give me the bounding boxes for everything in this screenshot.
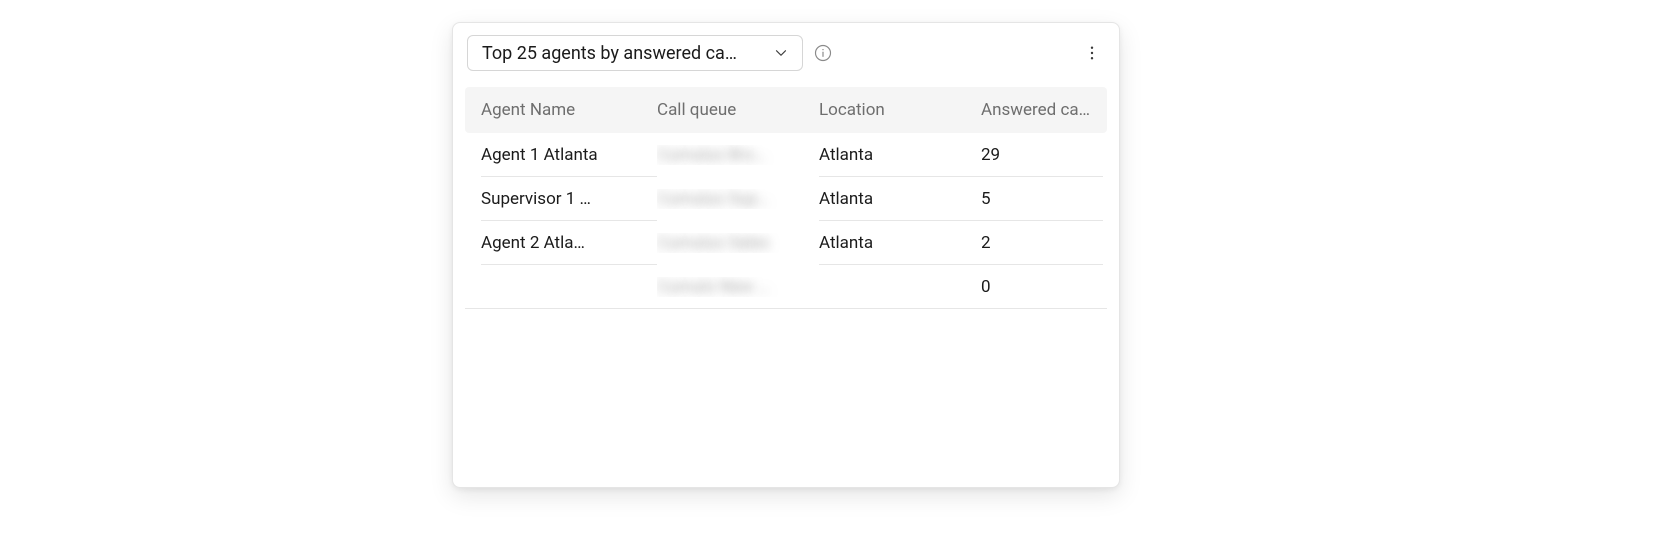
col-location: Location — [819, 100, 981, 120]
view-selector-dropdown[interactable]: Top 25 agents by answered ca… — [467, 35, 803, 71]
cell-agent-name: Agent 1 Atlanta — [481, 145, 610, 165]
table-row: Supervisor 1 … Cumulus Sup… Atlanta 5 — [465, 177, 1107, 221]
table-row: Agent 1 Atlanta Cumulus Bro… Atlanta 29 — [465, 133, 1107, 177]
cell-agent-name: Agent 2 Atla… — [481, 233, 597, 253]
more-options-icon[interactable] — [1083, 44, 1105, 62]
cell-answered-calls: 5 — [981, 189, 1003, 209]
cell-call-queue: Cumulus Sup… — [657, 189, 781, 209]
cell-agent-name: Supervisor 1 … — [481, 189, 603, 209]
agents-table: Agent Name Call queue Location Answered … — [465, 87, 1107, 309]
table-header-row: Agent Name Call queue Location Answered … — [465, 87, 1107, 133]
cell-location: Atlanta — [819, 233, 885, 253]
col-agent-name: Agent Name — [481, 100, 657, 120]
col-answered-calls: Answered ca… — [981, 100, 1103, 120]
info-icon[interactable] — [813, 43, 833, 63]
cell-call-queue: Cumulo New … — [657, 277, 781, 297]
cell-location: Atlanta — [819, 145, 885, 165]
cell-location: Atlanta — [819, 189, 885, 209]
chevron-down-icon — [772, 44, 790, 62]
cell-answered-calls: 0 — [981, 277, 1003, 297]
table-row: Cumulo New … 0 — [465, 265, 1107, 309]
cell-call-queue: Cumulus Sales — [657, 233, 781, 253]
view-selector-label: Top 25 agents by answered ca… — [482, 43, 737, 64]
cell-answered-calls: 29 — [981, 145, 1012, 165]
agents-widget-card: Top 25 agents by answered ca… Agent Name… — [452, 22, 1120, 488]
cell-answered-calls: 2 — [981, 233, 1003, 253]
card-header: Top 25 agents by answered ca… — [465, 35, 1107, 71]
table-row: Agent 2 Atla… Cumulus Sales Atlanta 2 — [465, 221, 1107, 265]
col-call-queue: Call queue — [657, 100, 819, 120]
cell-call-queue: Cumulus Bro… — [657, 145, 777, 165]
